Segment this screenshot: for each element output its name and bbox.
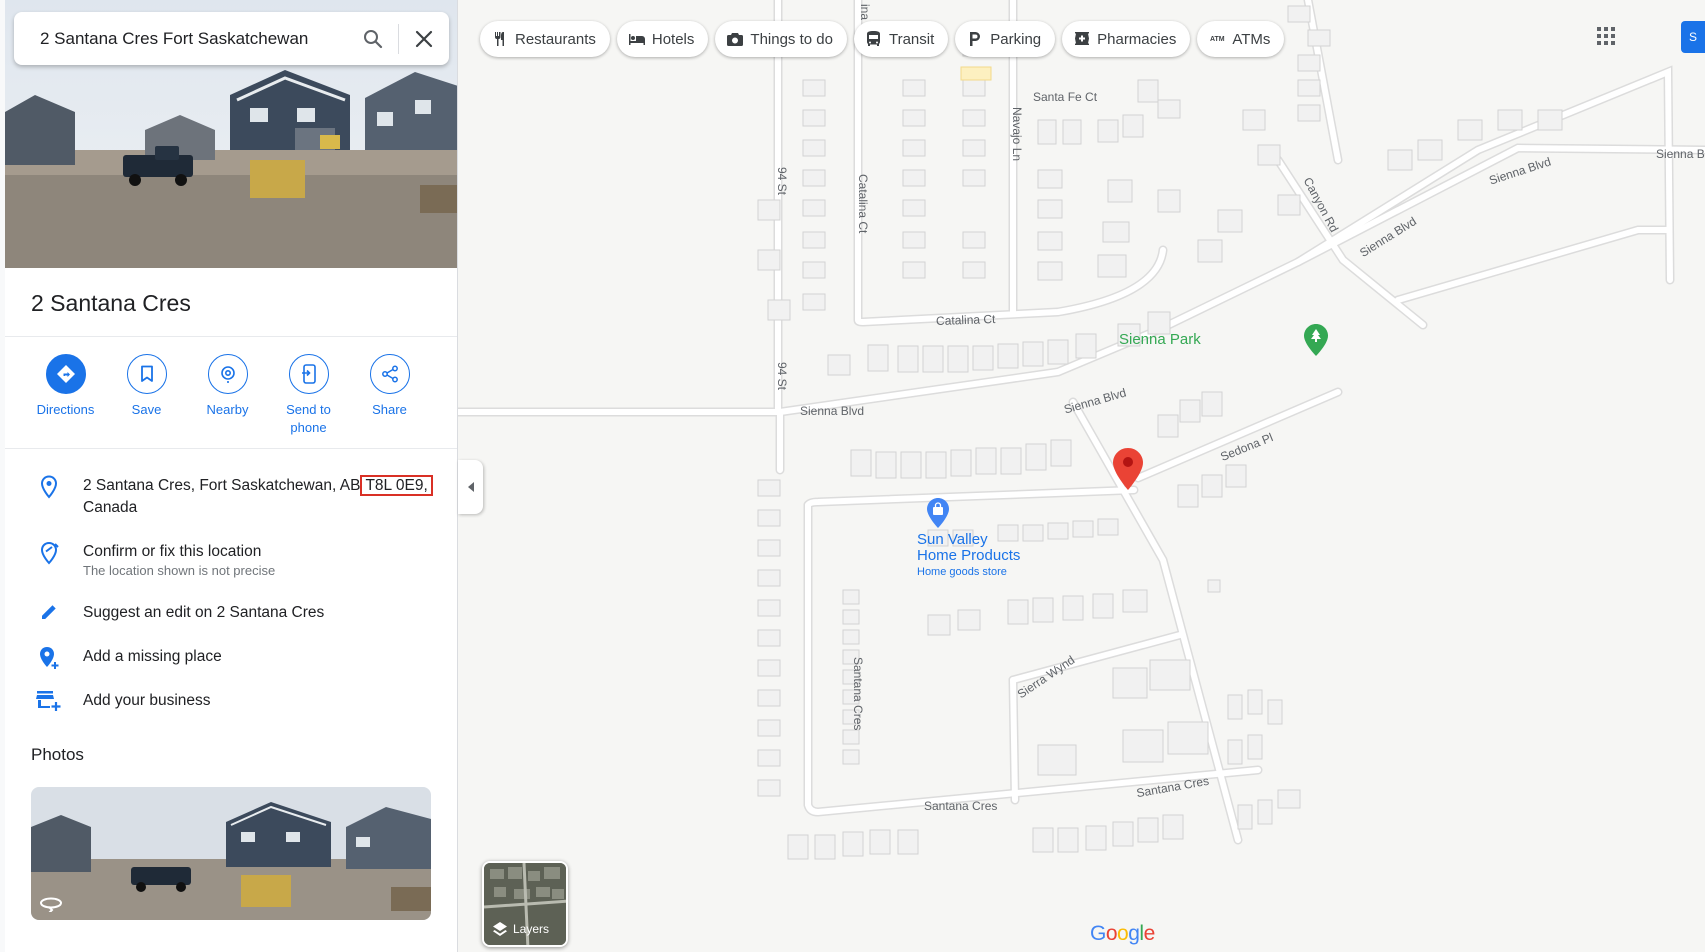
suggest-edit-label: Suggest an edit on 2 Santana Cres [83, 604, 325, 621]
street-label: ina [858, 4, 872, 21]
add-location-icon [40, 647, 59, 669]
confirm-location-sub: The location shown is not precise [83, 563, 276, 578]
address-row[interactable]: 2 Santana Cres, Fort Saskatchewan, AB T8L… [5, 475, 457, 519]
layers-button[interactable]: Layers [482, 861, 568, 947]
chip-parking[interactable]: Parking [955, 21, 1056, 57]
chip-things-to-do[interactable]: Things to do [715, 21, 847, 57]
share-icon [381, 365, 398, 383]
place-panel: 2 Santana Cres Fort Saskatchewan 2 Santa… [5, 0, 458, 952]
atm-icon: ATM [1210, 35, 1225, 43]
street-label: Catalina Ct [935, 311, 996, 329]
location-pin-icon[interactable] [1113, 448, 1143, 495]
store-name-line-1: Sun Valley [917, 531, 988, 548]
hotel-icon [628, 30, 646, 48]
street-view-360-icon [40, 897, 62, 912]
chip-restaurants[interactable]: Restaurants [480, 21, 610, 57]
store-type: Home goods store [917, 566, 1007, 578]
postal-code-highlight: T8L 0E9, [360, 475, 433, 496]
add-business-icon [36, 691, 61, 711]
apps-grid-icon[interactable] [1596, 26, 1620, 50]
camera-icon [726, 30, 744, 48]
shopping-bag-icon[interactable] [927, 498, 949, 533]
photos-heading: Photos [31, 745, 84, 764]
nearby-icon [220, 366, 235, 383]
confirm-location-title: Confirm or fix this location [83, 543, 262, 560]
poi-label-park[interactable]: Sienna Park [1119, 331, 1201, 348]
collapse-panel-button[interactable] [458, 460, 483, 514]
layers-caption: Layers [492, 921, 549, 937]
street-label: Catalina Ct [856, 174, 870, 234]
restaurant-icon [491, 30, 509, 48]
nearby-button[interactable]: Nearby [187, 354, 268, 437]
suggest-edit-row[interactable]: Suggest an edit on 2 Santana Cres [5, 602, 457, 624]
google-logo: Google [1090, 922, 1155, 945]
address-country: Canada [83, 499, 138, 516]
add-business-row[interactable]: Add your business [5, 690, 457, 712]
add-missing-place-row[interactable]: Add a missing place [5, 646, 457, 670]
street-label: Santana Cres [924, 799, 998, 813]
park-marker-icon[interactable] [1304, 324, 1328, 361]
street-label: 94 St [775, 167, 789, 196]
street-view-thumbnail[interactable] [31, 787, 431, 920]
confirm-location-row[interactable]: Confirm or fix this location The locatio… [5, 541, 457, 579]
action-buttons: Directions Save Nearby Send to phone Sha… [25, 354, 445, 437]
close-icon [415, 30, 433, 47]
chip-transit[interactable]: Transit [853, 21, 949, 57]
add-business-label: Add your business [83, 692, 211, 709]
chip-atms[interactable]: ATM ATMs [1197, 21, 1285, 57]
parking-icon [966, 30, 984, 48]
search-input[interactable]: 2 Santana Cres Fort Saskatchewan [14, 29, 348, 49]
place-title: 2 Santana Cres [31, 290, 191, 316]
send-to-phone-button[interactable]: Send to phone [268, 354, 349, 437]
pencil-icon [42, 605, 56, 619]
transit-icon [865, 30, 883, 48]
search-box[interactable]: 2 Santana Cres Fort Saskatchewan [14, 12, 449, 65]
directions-button[interactable]: Directions [25, 354, 106, 437]
close-button[interactable] [399, 12, 449, 65]
save-button[interactable]: Save [106, 354, 187, 437]
search-button[interactable] [348, 12, 398, 65]
street-label: Santana Cres [851, 657, 865, 731]
fix-location-icon [40, 541, 59, 565]
chip-pharmacies[interactable]: Pharmacies [1062, 21, 1191, 57]
category-chips: Restaurants Hotels Things to do Transit … [480, 21, 1285, 57]
street-label: 94 St [775, 362, 789, 391]
street-label: Sienna B [1656, 147, 1705, 161]
divider [5, 336, 457, 337]
store-name-line-2: Home Products [917, 547, 1021, 564]
address-text: 2 Santana Cres, Fort Saskatchewan, AB T8L… [83, 475, 433, 519]
sign-in-button[interactable]: S [1681, 21, 1705, 53]
search-icon [364, 29, 383, 48]
map-canvas[interactable]: Restaurants Hotels Things to do Transit … [458, 0, 1705, 952]
street-label: Santa Fe Ct [1033, 90, 1098, 104]
send-to-phone-icon [301, 364, 316, 384]
share-button[interactable]: Share [349, 354, 430, 437]
add-missing-place-label: Add a missing place [83, 648, 222, 665]
location-icon [40, 475, 58, 499]
street-label: Sienna Blvd [800, 404, 865, 418]
layers-icon [493, 922, 507, 936]
map-streets-layer [458, 0, 1705, 860]
poi-label-store[interactable]: Sun Valley Home Products Home goods stor… [917, 532, 1020, 580]
divider [5, 448, 457, 449]
pharmacy-icon [1073, 30, 1091, 48]
directions-icon [56, 365, 75, 383]
address-street: 2 Santana Cres, Fort Saskatchewan, AB [83, 477, 361, 494]
street-label: Navajo Ln [1010, 107, 1024, 162]
chip-hotels[interactable]: Hotels [616, 21, 709, 57]
bookmark-icon [140, 365, 153, 382]
chevron-left-icon [467, 482, 474, 492]
